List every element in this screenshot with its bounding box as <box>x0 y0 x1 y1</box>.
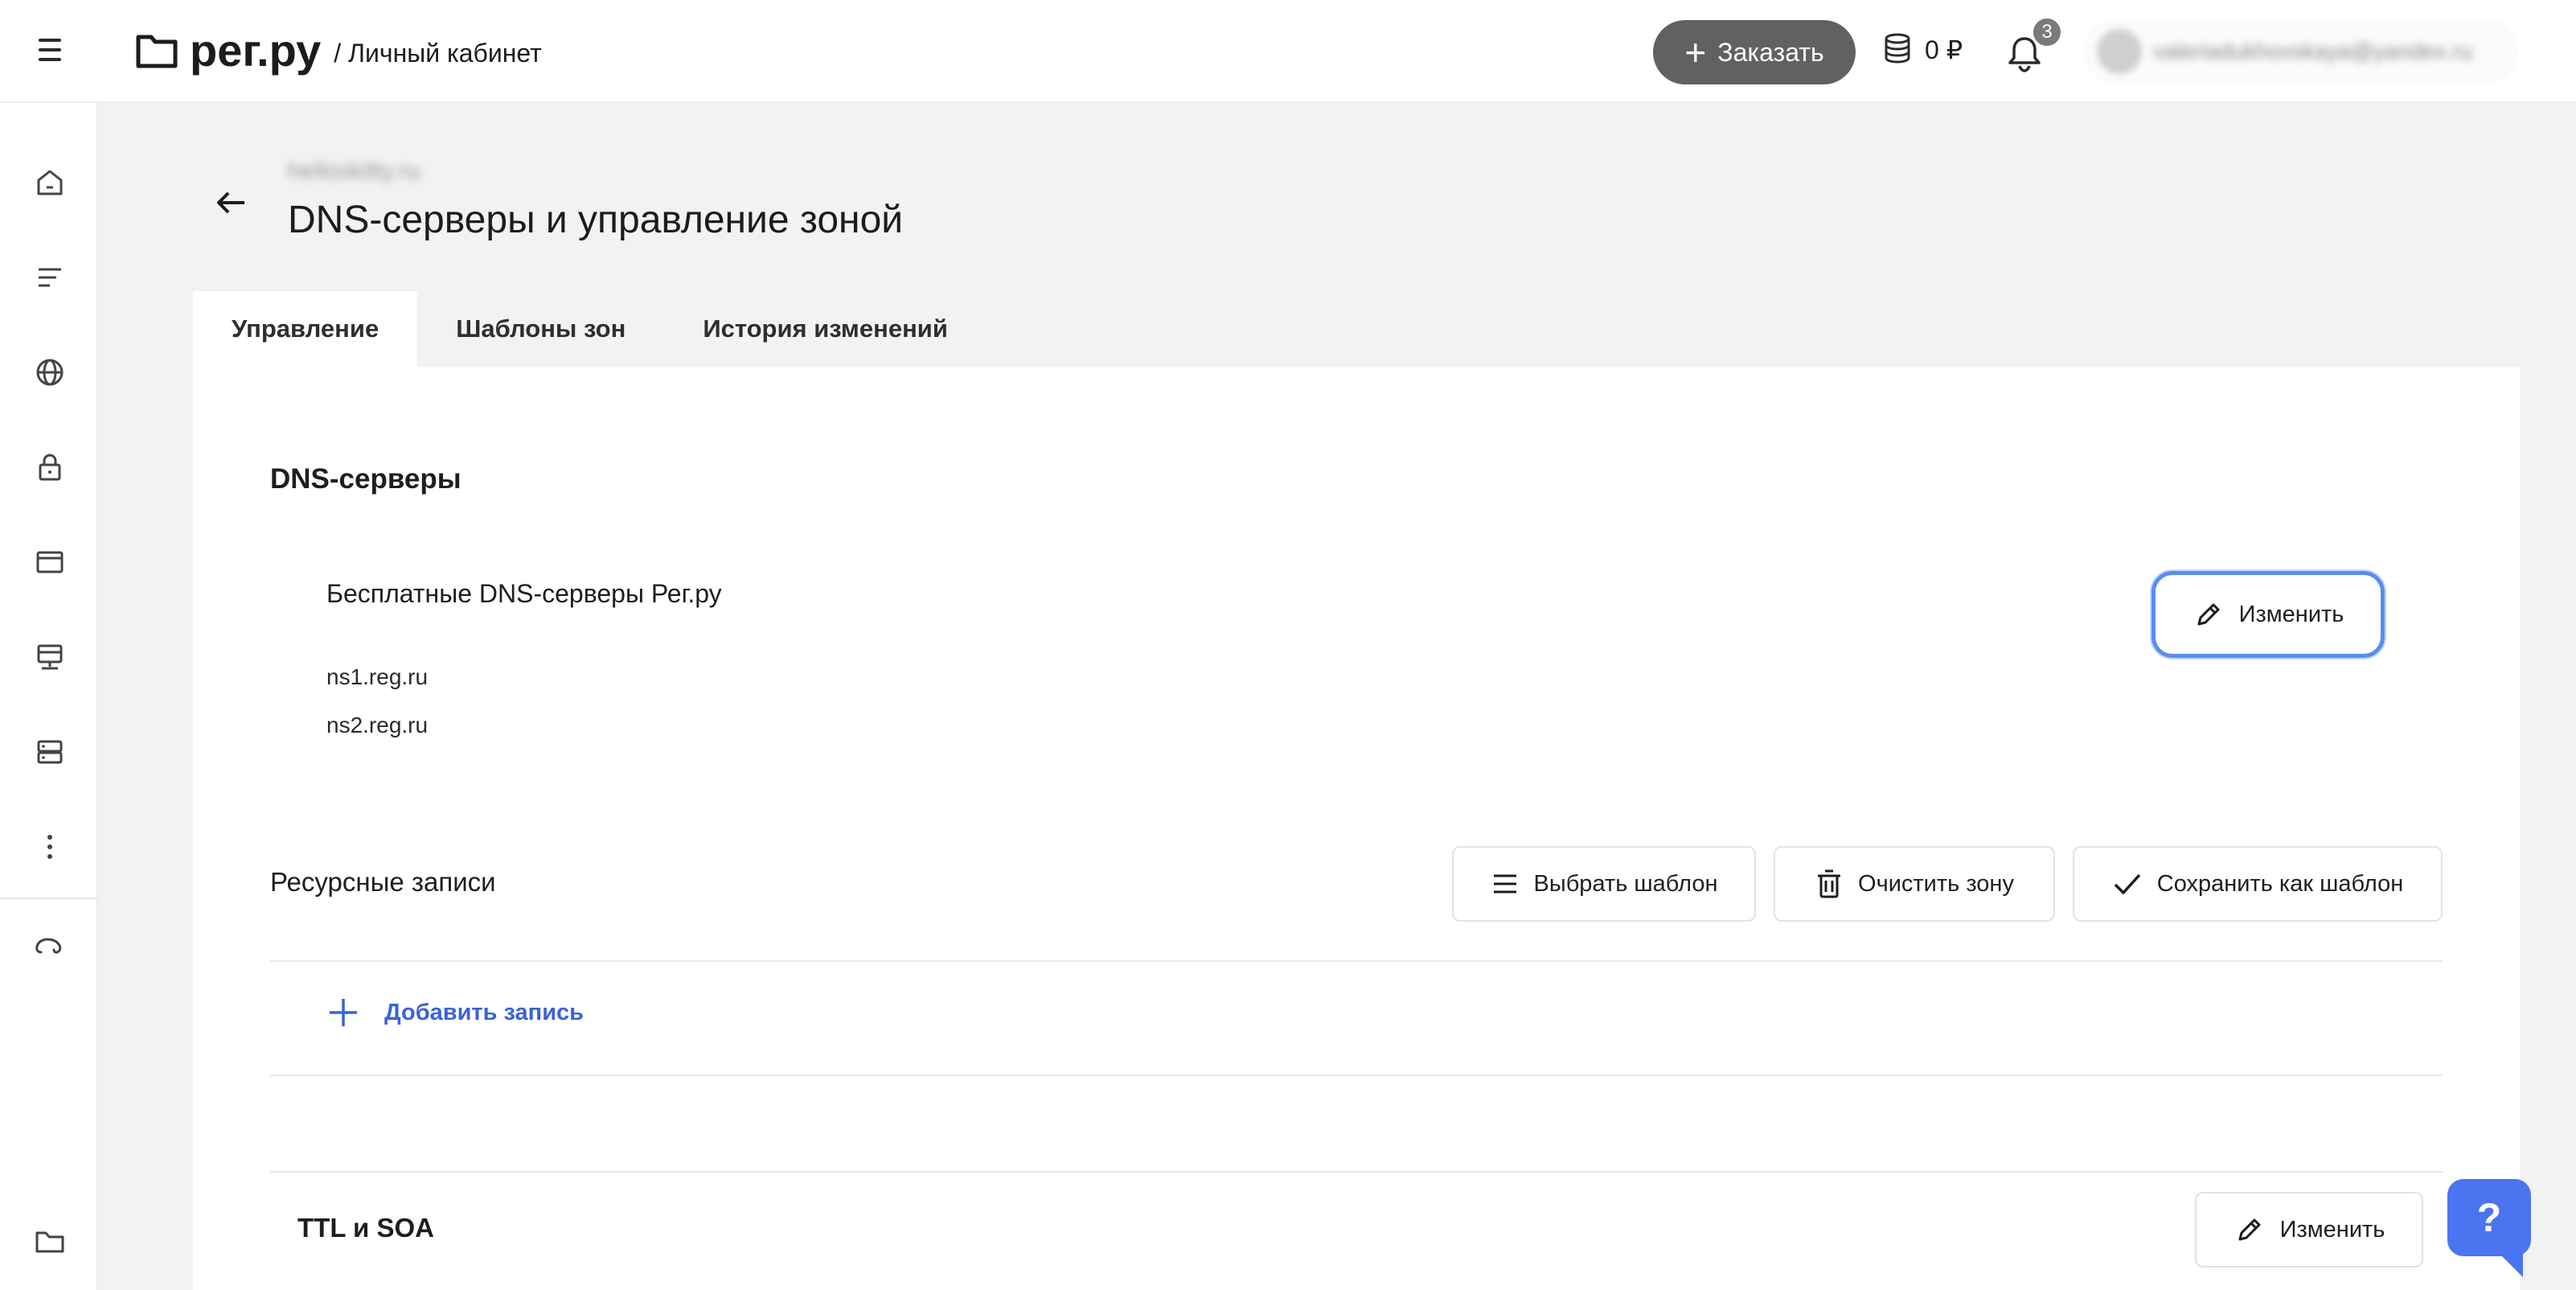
browser-window-icon[interactable] <box>33 545 67 579</box>
checkmark-icon <box>2114 873 2141 894</box>
tabs: Управление Шаблоны зон История изменений <box>193 291 987 367</box>
user-email: valeriadukhovskaya@yandex.ru <box>2153 39 2473 64</box>
ttl-soa-section <box>270 1171 2443 1290</box>
server-icon[interactable] <box>33 735 67 769</box>
logo-text: рег.ру <box>190 25 322 76</box>
page-title: DNS-серверы и управление зоной <box>288 199 904 241</box>
nameserver-2: ns2.reg.ru <box>326 713 429 737</box>
list-icon[interactable] <box>33 261 67 294</box>
save-as-template-label: Сохранить как шаблон <box>2156 870 2404 897</box>
edit-dns-button-label: Изменить <box>2238 601 2344 627</box>
plus-icon: + <box>1684 31 1707 73</box>
sidebar <box>0 103 98 1290</box>
back-arrow-icon[interactable] <box>212 183 251 222</box>
add-record-label: Добавить запись <box>384 999 584 1025</box>
tab-change-history[interactable]: История изменений <box>664 291 987 367</box>
order-button[interactable]: + Заказать <box>1653 20 1856 84</box>
clear-zone-label: Очистить зону <box>1858 870 2014 897</box>
lock-icon[interactable] <box>33 450 67 484</box>
breadcrumb[interactable]: helloskitty.ru <box>288 158 420 185</box>
dns-provider-name: Бесплатные DNS-серверы Рег.ру <box>326 579 722 608</box>
folder-icon[interactable] <box>33 1224 67 1258</box>
sidebar-divider <box>0 898 98 899</box>
globe-icon[interactable] <box>33 355 67 389</box>
main-panel <box>193 367 2520 1290</box>
pencil-icon <box>2238 1218 2261 1241</box>
notification-count-badge: 3 <box>2031 16 2063 48</box>
menu-lines-icon <box>1493 874 1516 894</box>
hosting-icon[interactable] <box>33 640 67 674</box>
choose-template-button[interactable]: Выбрать шаблон <box>1452 846 1756 922</box>
coins-icon <box>1885 33 1910 64</box>
help-button[interactable]: ? <box>2447 1179 2531 1256</box>
save-as-template-button[interactable]: Сохранить как шаблон <box>2073 846 2443 922</box>
balance[interactable]: 0 ₽ <box>1881 32 1963 68</box>
tab-label: Управление <box>232 314 379 343</box>
logo-subtitle: / Личный кабинет <box>334 38 542 68</box>
menu-icon[interactable] <box>39 39 61 61</box>
cloud-icon[interactable] <box>33 930 67 963</box>
logo[interactable]: рег.ру / Личный кабинет <box>135 24 542 77</box>
avatar <box>2097 29 2142 74</box>
divider <box>270 1074 2443 1076</box>
tab-zone-templates[interactable]: Шаблоны зон <box>417 291 664 367</box>
ttl-soa-heading: TTL и SOA <box>297 1213 435 1243</box>
add-record-link[interactable]: Добавить запись <box>326 996 584 1029</box>
clear-zone-button[interactable]: Очистить зону <box>1774 846 2055 922</box>
trash-icon <box>1818 869 1841 898</box>
order-button-label: Заказать <box>1717 37 1824 67</box>
edit-ttl-soa-label: Изменить <box>2279 1216 2385 1243</box>
home-icon[interactable] <box>33 166 67 199</box>
edit-ttl-soa-button[interactable]: Изменить <box>2195 1192 2423 1267</box>
folder-logo-icon <box>136 35 178 68</box>
choose-template-label: Выбрать шаблон <box>1533 870 1718 897</box>
user-menu[interactable]: valeriadukhovskaya@yandex.ru <box>2084 18 2518 85</box>
edit-dns-button[interactable]: Изменить <box>2151 571 2385 658</box>
balance-value: 0 ₽ <box>1925 35 1963 64</box>
plus-icon <box>330 999 357 1026</box>
tab-label: Шаблоны зон <box>456 314 626 343</box>
tab-label: История изменений <box>703 314 948 343</box>
pencil-icon <box>2197 603 2220 626</box>
top-header: рег.ру / Личный кабинет + Заказать 0 ₽ 3… <box>0 0 2576 103</box>
resource-records-heading: Ресурсные записи <box>270 867 496 897</box>
nameserver-1: ns1.reg.ru <box>326 664 429 689</box>
tab-management[interactable]: Управление <box>193 291 418 367</box>
dns-servers-heading: DNS-серверы <box>270 463 461 495</box>
divider <box>270 960 2443 962</box>
more-dots-icon[interactable] <box>33 830 67 864</box>
